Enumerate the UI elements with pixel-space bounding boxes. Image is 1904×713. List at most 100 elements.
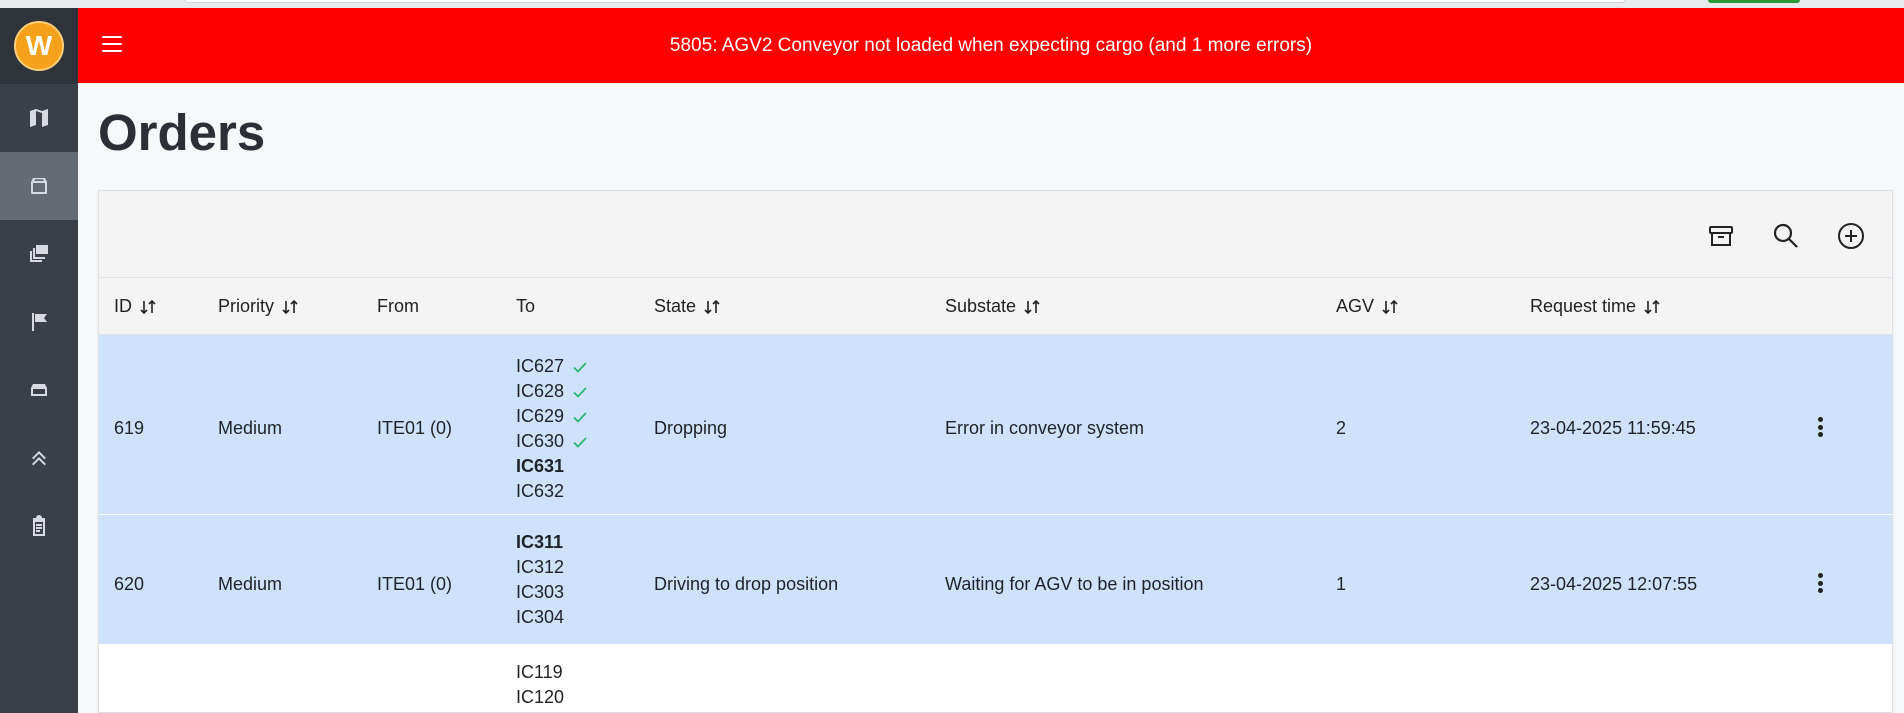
to-item: IC627 — [516, 354, 588, 379]
flag-icon — [32, 313, 47, 331]
sort-icon — [140, 299, 156, 314]
check-icon — [573, 436, 587, 448]
clipboard-icon — [33, 515, 45, 536]
error-alert-text[interactable]: 5805: AGV2 Conveyor not loaded when expe… — [78, 35, 1904, 57]
to-label: IC312 — [516, 557, 565, 577]
stack-icon — [30, 245, 48, 262]
browser-green-button-edge — [1708, 0, 1800, 3]
to-label: IC631 — [516, 456, 565, 476]
to-label: IC303 — [516, 582, 565, 602]
to-label: IC630 — [516, 431, 565, 451]
column-label: State — [654, 296, 697, 316]
column-label: AGV — [1336, 296, 1375, 316]
column-header-to: To — [516, 296, 535, 317]
to-item: IC629 — [516, 404, 588, 429]
cell-request-time: 23-04-2025 12:07:55 — [1530, 574, 1698, 594]
logo-container: W — [0, 8, 78, 84]
to-label: IC629 — [516, 406, 565, 426]
cell-from: ITE01 (0) — [377, 574, 453, 594]
to-item-current: IC631 — [516, 454, 588, 479]
cell-request-time: 23-04-2025 11:59:45 — [1530, 418, 1696, 438]
browser-top-strip — [0, 0, 1904, 8]
column-header-request-time[interactable]: Request time — [1530, 296, 1661, 317]
cell-from: ITE01 (0) — [377, 418, 453, 438]
to-item: IC303 — [516, 580, 564, 605]
table-row[interactable]: 619 Medium ITE01 (0) IC627 IC628 IC629 I… — [99, 335, 1892, 515]
sort-icon — [704, 299, 720, 314]
map-icon — [30, 109, 48, 127]
to-label: IC119 — [516, 662, 563, 682]
sidebar-item-flag[interactable] — [0, 288, 78, 356]
search-icon — [1773, 223, 1798, 248]
to-item: IC632 — [516, 479, 588, 504]
archive-button[interactable] — [1706, 221, 1736, 251]
cell-substate: Waiting for AGV to be in position — [945, 574, 1204, 594]
page-title: Orders — [98, 104, 266, 161]
check-icon — [573, 361, 587, 373]
double-chevron-up-icon — [32, 451, 46, 466]
sort-icon — [282, 299, 298, 314]
to-label: IC627 — [516, 356, 565, 376]
sidebar-item-tray[interactable] — [0, 356, 78, 424]
sidebar-item-orders[interactable] — [0, 152, 78, 220]
tray-icon — [31, 384, 47, 396]
check-icon — [573, 386, 587, 398]
sidebar: W — [0, 8, 78, 713]
to-label: IC304 — [516, 607, 565, 627]
column-header-substate[interactable]: Substate — [945, 296, 1041, 317]
column-header-state[interactable]: State — [654, 296, 721, 317]
to-item: IC120 — [516, 685, 564, 710]
column-label: Request time — [1530, 296, 1637, 316]
cell-to: IC119 IC120 — [516, 660, 564, 710]
to-item: IC630 — [516, 429, 588, 454]
add-circle-icon — [1838, 223, 1864, 249]
error-header: 5805: AGV2 Conveyor not loaded when expe… — [78, 8, 1904, 83]
cell-priority: Medium — [218, 418, 283, 438]
to-item: IC119 — [516, 660, 564, 685]
column-label: To — [516, 296, 536, 316]
cell-to: IC627 IC628 IC629 IC630 IC631 IC632 — [516, 354, 588, 504]
column-header-id[interactable]: ID — [114, 296, 157, 317]
row-menu-icon[interactable] — [1814, 414, 1826, 440]
sidebar-item-map[interactable] — [0, 84, 78, 152]
orders-table-card: ID Priority From To State Substate AGV R… — [98, 190, 1893, 713]
cell-state: Driving to drop position — [654, 574, 839, 594]
cell-agv: 2 — [1336, 418, 1347, 438]
cell-to: IC311 IC312 IC303 IC304 — [516, 530, 564, 630]
cell-state: Dropping — [654, 418, 728, 438]
sidebar-item-reports[interactable] — [0, 492, 78, 560]
column-header-priority[interactable]: Priority — [218, 296, 299, 317]
table-row[interactable]: IC119 IC120 — [99, 645, 1892, 712]
cell-id: 620 — [114, 574, 145, 594]
logo[interactable]: W — [14, 21, 64, 71]
to-label: IC311 — [516, 532, 564, 552]
to-label: IC632 — [516, 481, 565, 501]
to-item: IC312 — [516, 555, 564, 580]
cell-substate: Error in conveyor system — [945, 418, 1145, 438]
to-item: IC628 — [516, 379, 588, 404]
column-label: Priority — [218, 296, 275, 316]
table-toolbar — [99, 191, 1892, 278]
sort-icon — [1024, 299, 1040, 314]
address-bar-edge — [185, 0, 1625, 3]
search-button[interactable] — [1771, 221, 1801, 251]
archive-icon — [1709, 226, 1733, 246]
sidebar-item-stack[interactable] — [0, 220, 78, 288]
table-row[interactable]: 620 Medium ITE01 (0) IC311 IC312 IC303 I… — [99, 515, 1892, 645]
column-label: From — [377, 296, 419, 316]
sort-icon — [1644, 299, 1660, 314]
to-item: IC304 — [516, 605, 564, 630]
row-menu-icon[interactable] — [1814, 570, 1826, 596]
add-order-button[interactable] — [1836, 221, 1866, 251]
sidebar-item-collapse[interactable] — [0, 424, 78, 492]
cell-id: 619 — [114, 418, 145, 438]
to-label: IC120 — [516, 687, 565, 707]
cell-agv: 1 — [1336, 574, 1347, 594]
column-label: ID — [114, 296, 132, 316]
to-item-current: IC311 — [516, 530, 564, 555]
column-header-agv[interactable]: AGV — [1336, 296, 1399, 317]
box-icon — [31, 178, 47, 194]
sort-icon — [1382, 299, 1398, 314]
cell-priority: Medium — [218, 574, 283, 594]
column-label: Substate — [945, 296, 1017, 316]
